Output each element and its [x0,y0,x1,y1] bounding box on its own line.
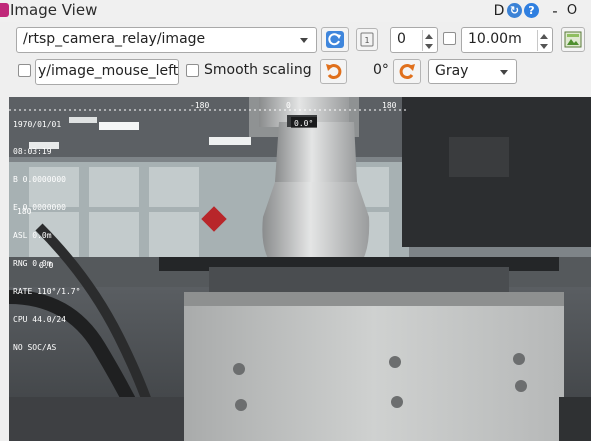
rotate-left-button[interactable] [320,59,347,84]
smooth-scaling-label: Smooth scaling [204,62,312,78]
heading-value: 0.0° [294,119,314,128]
osd-line: B 0.0000000 [13,175,66,185]
rotate-left-icon [326,64,342,80]
save-image-button[interactable] [561,27,585,52]
mouse-topic-value: y/image_mouse_left [38,63,179,79]
osd-line: RATE 110°/1.7° [13,286,81,296]
spin-up-icon[interactable] [425,34,433,39]
topic-value: /rtsp_camera_relay/image [23,31,206,47]
osd-line: ASL 0.0m [13,231,52,241]
help-icon[interactable]: ? [524,3,539,18]
osd-line: 1970/01/01 [13,119,62,129]
mouse-topic-input[interactable]: y/image_mouse_left [35,59,179,85]
rotation-label: 0° [373,62,389,78]
close-button[interactable]: O [566,3,578,19]
spin-up-icon[interactable] [540,34,548,39]
color-scheme-select[interactable]: Gray [428,59,517,84]
chevron-down-icon [300,38,308,43]
zoom-spinbox[interactable]: 0 [390,27,438,53]
osd-line: CPU 44.0/24 [13,314,66,324]
heading-tick-right: 180 [382,101,397,110]
heading-tick-left: -180 [190,101,210,110]
reload-icon[interactable]: ↻ [507,3,522,18]
svg-text:1: 1 [364,36,369,45]
app-icon [0,3,9,17]
max-range-value: 10.00m [468,31,522,47]
mouse-publish-checkbox[interactable] [18,64,31,77]
zoom-1-button[interactable]: 1 [356,28,378,51]
smooth-scaling-checkbox[interactable] [186,64,199,77]
title-bar: Image View D ↻ ? - O [0,0,591,22]
left-scale-value: 0.0 [39,261,54,270]
osd-info-panel: 1970/01/01 08:03:19 B 0.0000000 E 0.0000… [13,101,80,371]
rotate-right-button[interactable] [393,59,421,84]
osd-line: NO SOC/AS [13,342,57,352]
window-title: Image View [10,1,98,19]
rotate-right-icon [399,64,415,80]
topic-select[interactable]: /rtsp_camera_relay/image [16,27,317,53]
spin-down-icon[interactable] [540,44,548,49]
camera-frame [9,97,591,441]
osd-line: 08:03:19 [13,147,52,157]
d-button[interactable]: D [493,3,505,19]
zoom-value: 0 [397,31,406,47]
left-scale-top: 180 [17,207,32,216]
range-checkbox[interactable] [443,32,456,45]
max-range-spinbox[interactable]: 10.00m [461,27,553,53]
chevron-down-icon [500,70,508,75]
camera-image[interactable]: 1970/01/01 08:03:19 B 0.0000000 E 0.0000… [9,97,591,441]
zoom-1-icon: 1 [360,32,374,47]
spin-down-icon[interactable] [425,44,433,49]
color-scheme-value: Gray [435,63,469,79]
heading-tick-center: 0 [286,101,291,110]
save-image-icon [564,31,582,48]
minimize-button[interactable]: - [550,3,560,19]
refresh-icon [326,31,344,48]
refresh-topics-button[interactable] [321,27,349,52]
